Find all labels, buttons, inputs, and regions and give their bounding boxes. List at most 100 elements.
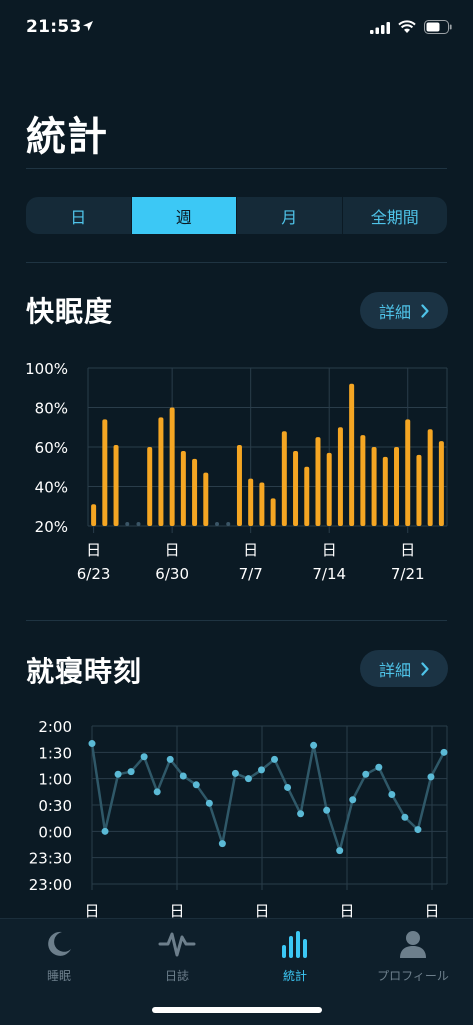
y-tick-label: 23:00: [29, 876, 72, 894]
y-tick-label: 23:30: [29, 850, 72, 868]
bar: [382, 456, 388, 526]
data-point: [349, 796, 357, 804]
segment-all-time[interactable]: 全期間: [343, 197, 448, 234]
data-point: [166, 755, 174, 763]
data-point: [205, 799, 213, 807]
bar: [236, 445, 242, 526]
x-tick-label: 7/7: [239, 565, 263, 583]
data-point: [114, 770, 122, 778]
bar: [304, 466, 310, 526]
data-point: [297, 810, 305, 818]
bar: [180, 450, 186, 526]
bar: [326, 452, 332, 526]
bar: [203, 472, 209, 526]
data-point: [323, 806, 331, 814]
bar: [192, 458, 198, 526]
y-tick-label: 20%: [35, 518, 68, 536]
data-point: [257, 766, 265, 774]
x-tick-label: 日: [84, 902, 99, 918]
x-tick-label: 6/30: [155, 565, 189, 583]
bar: [293, 450, 299, 526]
segment-month[interactable]: 月: [237, 197, 343, 234]
bar-empty-marker: [136, 522, 141, 526]
x-tick-label: 日: [400, 541, 415, 559]
data-point: [127, 768, 135, 776]
bedtime-line-chart: 2:00 1:30 1:00 0:30 0:00 23:30 23:00 日 日 日 日 日: [29, 718, 448, 918]
data-point: [401, 813, 409, 821]
waveform-icon: [158, 932, 196, 957]
bar: [259, 482, 265, 526]
x-tick-label: 日: [169, 902, 184, 918]
sleep-quality-title: 快眠度: [26, 295, 114, 328]
y-tick-label: 100%: [25, 360, 68, 378]
y-tick-label: 80%: [35, 400, 68, 418]
y-tick-label: 0:30: [38, 797, 72, 815]
bar: [113, 445, 119, 526]
status-time: 21:53: [26, 17, 82, 37]
wifi-icon: [398, 20, 416, 33]
data-point: [310, 741, 318, 749]
segment-week[interactable]: 週: [131, 197, 237, 234]
location-arrow-icon: [83, 21, 93, 31]
segment-divider: [26, 262, 447, 263]
x-tick-label: 日: [86, 541, 101, 559]
data-point: [88, 740, 96, 748]
data-point: [414, 826, 422, 834]
tab-stats[interactable]: 統計: [236, 927, 354, 987]
tab-journal[interactable]: 日誌: [118, 927, 236, 987]
quality-divider: [26, 620, 447, 621]
battery-icon: [424, 20, 452, 34]
bar: [102, 419, 108, 526]
bar: [394, 447, 400, 526]
status-bar: 21:53: [0, 0, 473, 54]
data-point: [153, 788, 161, 796]
data-point: [427, 773, 435, 781]
x-tick-label: 日: [243, 541, 258, 559]
data-point: [231, 769, 239, 777]
bar: [315, 437, 321, 526]
cellular-signal-icon: [370, 22, 390, 34]
x-tick-label: 7/21: [391, 565, 425, 583]
tab-profile[interactable]: プロフィール: [354, 927, 472, 987]
y-tick-label: 1:00: [38, 771, 72, 789]
sleep-quality-detail-button[interactable]: 詳細: [360, 292, 448, 329]
tab-label: プロフィール: [377, 969, 449, 983]
data-point: [284, 783, 292, 791]
bar: [147, 447, 153, 526]
bar: [416, 454, 422, 526]
detail-button-label: 詳細: [378, 660, 411, 680]
bar: [158, 417, 164, 526]
data-point: [336, 847, 344, 855]
detail-button-label: 詳細: [378, 302, 411, 322]
x-tick-label: 6/23: [77, 565, 111, 583]
home-indicator: [152, 1007, 322, 1013]
bar: [405, 419, 411, 526]
moon-icon: [48, 931, 71, 956]
x-tick-label: 日: [254, 902, 269, 918]
bedtime-detail-button[interactable]: 詳細: [360, 650, 448, 687]
tab-label: 睡眠: [46, 969, 71, 983]
data-point: [375, 763, 383, 771]
tab-label: 日誌: [164, 969, 189, 983]
data-point: [192, 781, 200, 789]
chevron-right-icon: [421, 303, 429, 318]
data-point: [388, 790, 396, 798]
y-tick-label: 1:30: [38, 744, 72, 762]
bar: [371, 447, 377, 526]
y-tick-label: 40%: [35, 479, 68, 497]
bar: [270, 498, 276, 526]
y-tick-label: 60%: [35, 439, 68, 457]
data-point: [218, 840, 226, 848]
bar: [91, 504, 97, 526]
data-point: [440, 748, 448, 756]
x-tick-label: 日: [165, 541, 180, 559]
tab-label: 統計: [282, 969, 307, 983]
chevron-right-icon: [421, 661, 429, 676]
segment-day[interactable]: 日: [26, 197, 132, 234]
x-tick-label: 7/14: [312, 565, 346, 583]
data-point: [271, 755, 279, 763]
tab-sleep[interactable]: 睡眠: [0, 927, 118, 987]
bar-empty-marker: [226, 522, 231, 526]
y-tick-label: 0:00: [38, 823, 72, 841]
title-divider: [26, 168, 447, 169]
